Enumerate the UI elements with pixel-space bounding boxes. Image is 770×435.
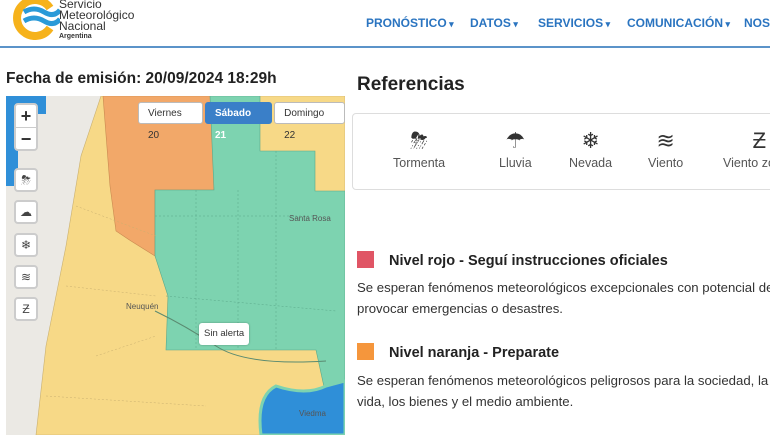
nav-nosotros[interactable]: NOS (744, 16, 770, 30)
level-red-title: Nivel rojo - Seguí instrucciones oficial… (357, 251, 668, 269)
level-orange-desc: Se esperan fenómenos meteorológicos peli… (357, 373, 769, 409)
ref-nevada: ❄ Nevada (569, 128, 613, 170)
day-selector: Viernes 20 Sábado 21 Domingo 22 (138, 102, 345, 141)
nav-comunicacion[interactable]: COMUNICACIÓN (627, 16, 730, 30)
nav-datos[interactable]: DATOS (470, 16, 518, 30)
storm-icon: ⛈ (410, 128, 428, 153)
ref-viento: ≋ Viento (648, 128, 684, 170)
references-card: ⛈ Tormenta ☂ Lluvia ❄ Nevada ≋ Viento Ƶ Vient… (352, 113, 770, 190)
storm-filter-icon[interactable]: ⛈ (14, 168, 38, 192)
nav-servicios[interactable]: SERVICIOS (538, 16, 610, 30)
ref-viento-zonda: ƵViento zonda (723, 126, 770, 170)
zoom-in-button[interactable]: + (16, 105, 36, 127)
level-red-desc: Se esperan fenómenos meteorológicos exce… (357, 280, 770, 316)
day-tab-domingo[interactable]: Domingo 22 (274, 102, 345, 141)
day-tab-viernes[interactable]: Viernes 20 (138, 102, 203, 141)
wind-filter-icon[interactable]: ≋ (14, 265, 38, 289)
orange-swatch (357, 343, 374, 360)
header: Servicio Meteorológico Nacional Argentin… (0, 0, 770, 48)
rain-filter-icon[interactable]: ☁ (14, 200, 38, 224)
references-title: Referencias (357, 74, 465, 95)
ref-tormenta: ⛈ Tormenta (393, 128, 446, 170)
snow-filter-icon[interactable]: ❄ (14, 233, 38, 257)
level-orange-title: Nivel naranja - Preparate (357, 343, 559, 361)
city-label: Santa Rosa (289, 214, 331, 223)
issue-date: Fecha de emisión: 20/09/2024 18:29h (6, 70, 277, 87)
zonda-icon: Ƶ (752, 128, 767, 153)
main-nav: PRONÓSTICO DATOS SERVICIOS COMUNICACIÓN … (0, 16, 770, 34)
rain-icon: ☂ (505, 128, 526, 153)
zonda-filter-icon[interactable]: Ƶ (14, 297, 38, 321)
city-label: Neuquén (126, 302, 159, 311)
nav-pronostico[interactable]: PRONÓSTICO (366, 16, 454, 30)
city-label: Viedma (299, 409, 326, 418)
day-tab-sabado[interactable]: Sábado 21 (204, 102, 273, 141)
red-swatch (357, 251, 374, 268)
zoom-control: + − (14, 103, 38, 151)
wind-icon: ≋ (656, 128, 675, 153)
alert-map[interactable]: Santa Rosa Neuquén Viedma + − ⛈ ☁ ❄ ≋ Ƶ … (6, 96, 345, 435)
zoom-out-button[interactable]: − (16, 127, 36, 149)
map-regions (6, 96, 345, 435)
ref-lluvia: ☂ Lluvia (499, 128, 532, 170)
snow-icon: ❄ (581, 128, 600, 153)
map-tooltip: Sin alerta (199, 323, 250, 345)
